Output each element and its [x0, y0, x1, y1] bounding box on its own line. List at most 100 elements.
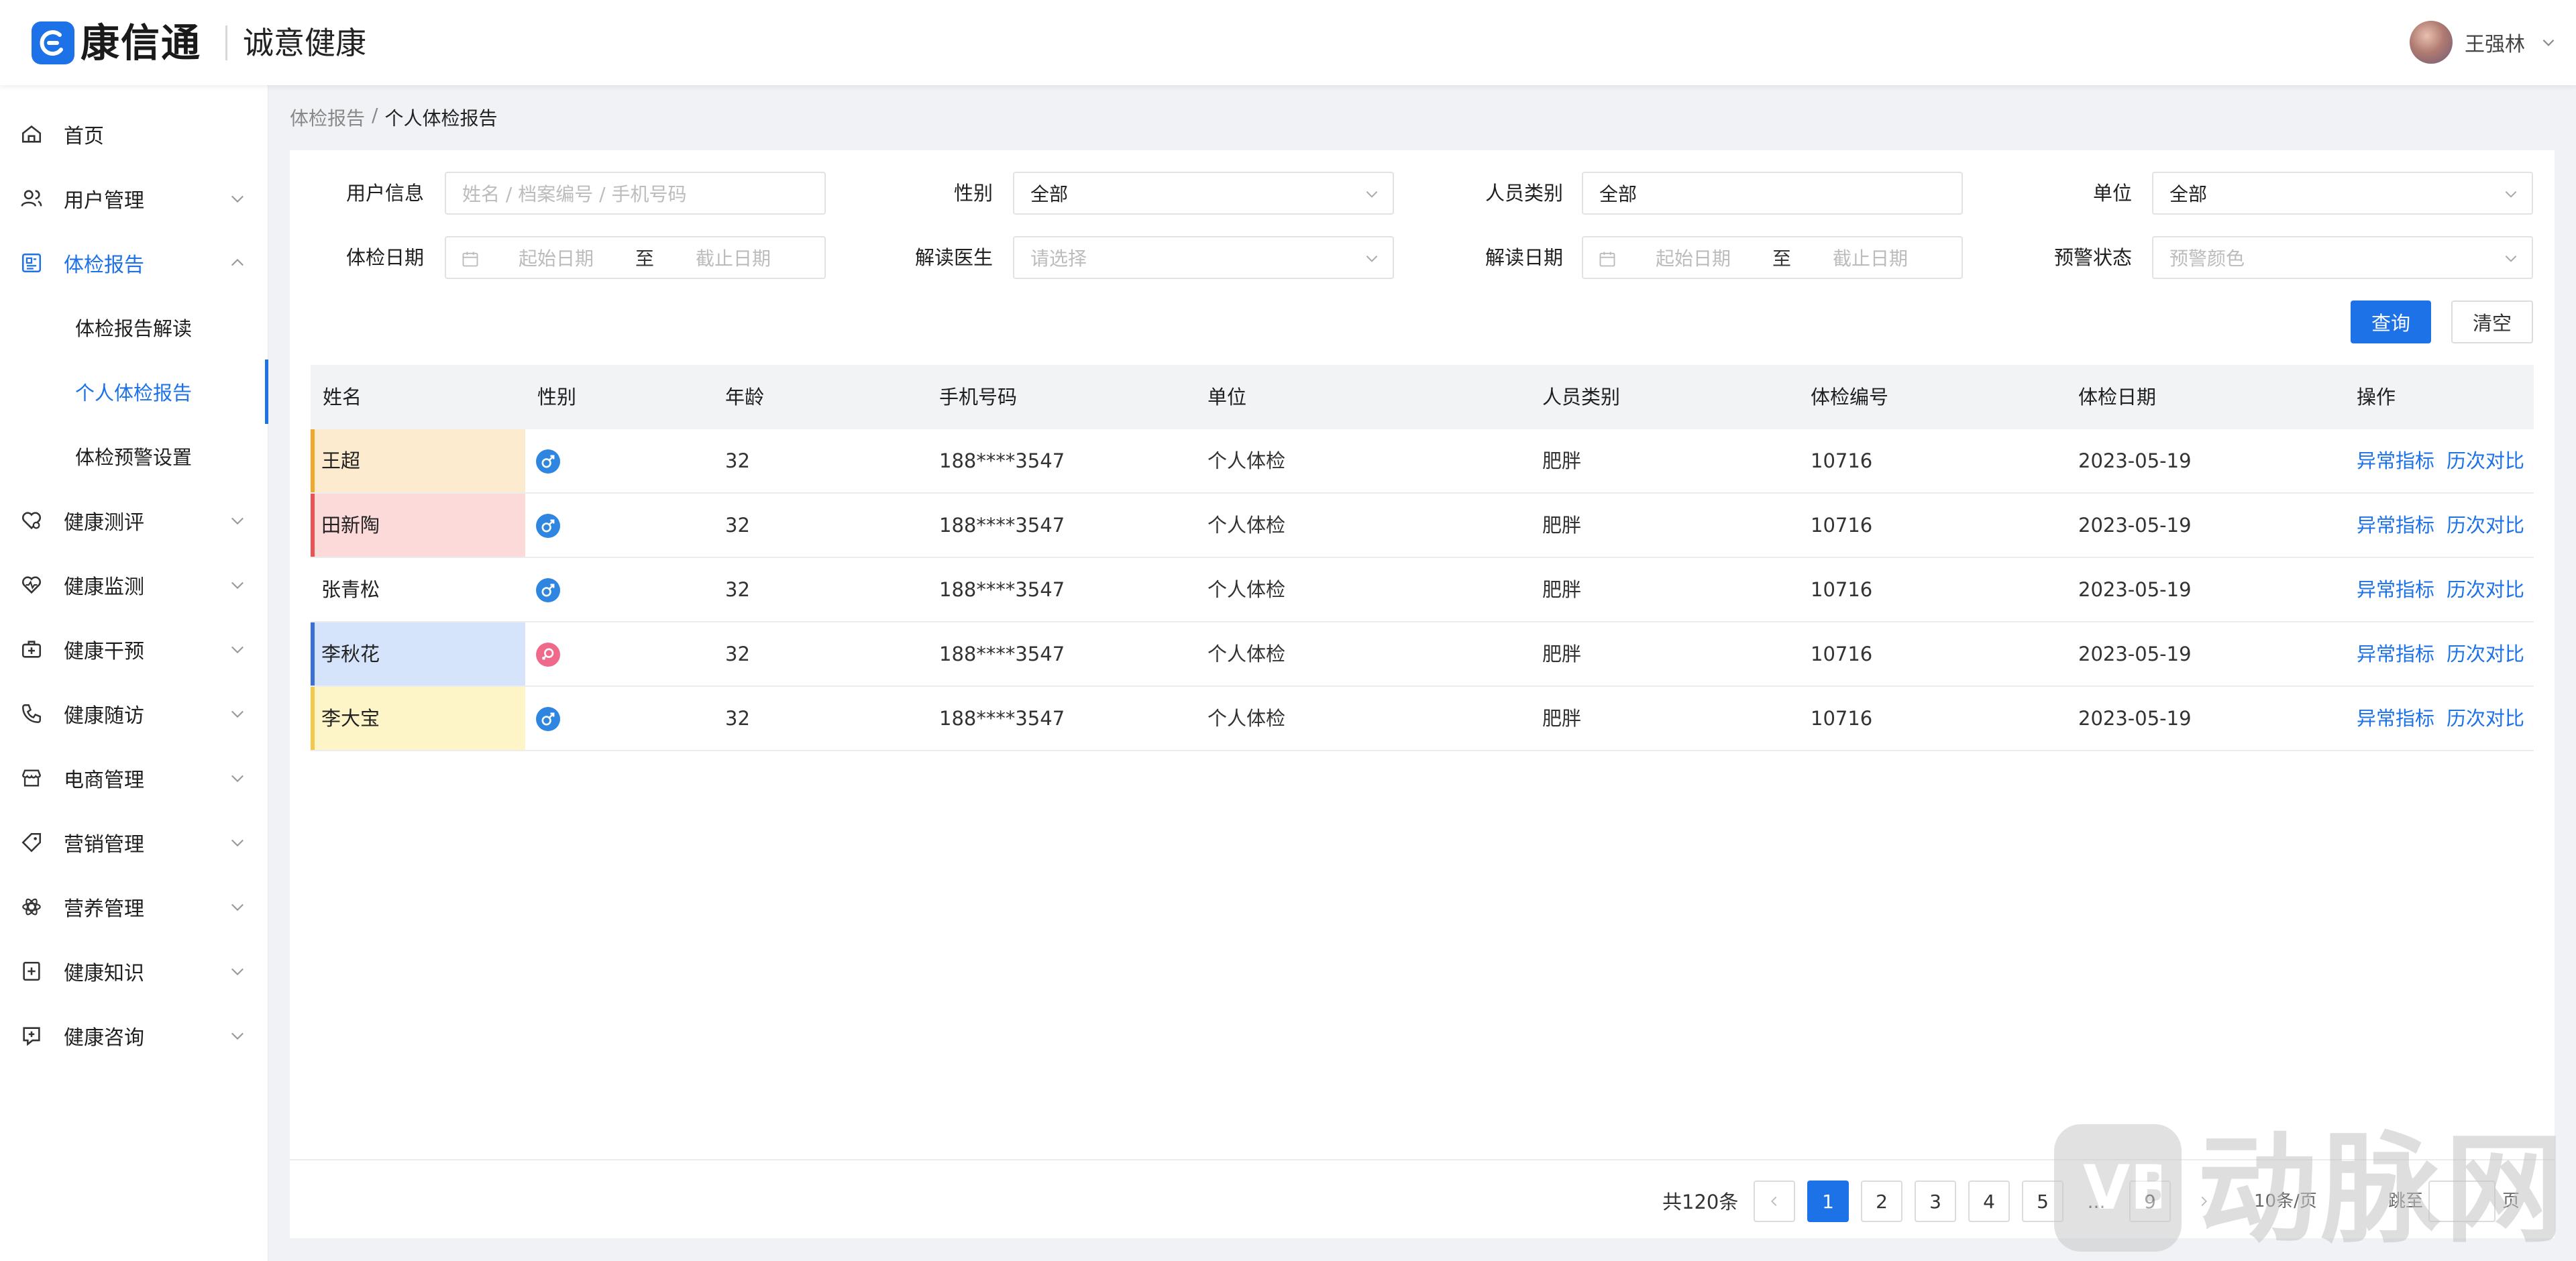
- sidebar-item-reports[interactable]: 体检报告: [0, 231, 268, 295]
- chevron-down-icon: [231, 775, 244, 783]
- pagination-next-button[interactable]: [2183, 1181, 2224, 1222]
- abnormal-indicators-link[interactable]: 异常指标: [2357, 494, 2434, 557]
- cell-name: 李秋花: [321, 643, 380, 665]
- abnormal-indicators-link[interactable]: 异常指标: [2357, 622, 2434, 686]
- abnormal-indicators-link[interactable]: 异常指标: [2357, 687, 2434, 750]
- chevron-down-icon: [2505, 256, 2517, 262]
- chevron-down-icon: [231, 517, 244, 525]
- pagination-prev-button[interactable]: [1754, 1181, 1795, 1222]
- breadcrumb-parent[interactable]: 体检报告: [290, 104, 365, 131]
- users-icon: [21, 190, 42, 207]
- user-info-input[interactable]: 姓名 / 档案编号 / 手机号码: [445, 172, 826, 215]
- pagination-page[interactable]: 4: [1968, 1181, 2010, 1222]
- person-type-select[interactable]: 全部: [1582, 172, 1963, 215]
- heart-check-icon: [21, 512, 42, 530]
- cell-date: 2023-05-19: [2078, 643, 2192, 665]
- sidebar-item-label: 首页: [64, 125, 104, 148]
- column-header: 体检编号: [1811, 386, 1889, 408]
- pagination-page[interactable]: 3: [1915, 1181, 1956, 1222]
- sidebar-item-label: 体检报告解读: [75, 317, 193, 340]
- table-row: 张青松 32 188****3547 个人体检 肥胖 10716 2023-05-19 异常指…: [311, 558, 2534, 622]
- user-name[interactable]: 王强林: [2465, 28, 2525, 57]
- filter-label-alert-status: 预警状态: [2053, 246, 2132, 269]
- cell-age: 32: [725, 643, 750, 665]
- abnormal-indicators-link[interactable]: 异常指标: [2357, 558, 2434, 621]
- exam-date-separator: 至: [635, 248, 655, 270]
- jump-page-input[interactable]: [2428, 1181, 2496, 1222]
- sidebar-subitem-personal-report[interactable]: 个人体检报告: [0, 360, 268, 424]
- nutrition-icon: [22, 898, 41, 916]
- alert-status-select[interactable]: 预警颜色: [2152, 236, 2533, 279]
- doctor-select-placeholder: 请选择: [1030, 248, 1087, 270]
- cell-exam-no: 10716: [1811, 514, 1873, 537]
- sidebar-subitem-report-reading[interactable]: 体检报告解读: [0, 295, 268, 360]
- calendar-icon: [462, 252, 478, 267]
- sidebar-item-marketing[interactable]: 营销管理: [0, 810, 268, 875]
- exam-date-end[interactable]: 截止日期: [696, 244, 771, 271]
- shop-icon: [22, 769, 41, 787]
- cell-age: 32: [725, 514, 750, 537]
- history-compare-link[interactable]: 历次对比: [2447, 429, 2524, 492]
- cell-type: 肥胖: [1542, 449, 1582, 472]
- chevron-down-icon[interactable]: [2540, 34, 2557, 51]
- sidebar-item-label: 健康咨询: [64, 1026, 144, 1050]
- jump-label: 跳至: [2388, 1191, 2424, 1211]
- read-date-end[interactable]: 截止日期: [1833, 244, 1908, 271]
- sidebar-item-health-assessment[interactable]: 健康测评: [0, 488, 268, 553]
- sidebar-subitem-alert-settings[interactable]: 体检预警设置: [0, 424, 268, 488]
- chevron-down-icon: [231, 710, 244, 718]
- sidebar-item-health-monitoring[interactable]: 健康监测: [0, 553, 268, 617]
- sidebar-item-label: 营销管理: [64, 833, 144, 857]
- user-menu[interactable]: 王强林: [2410, 20, 2557, 64]
- sidebar-item-users[interactable]: 用户管理: [0, 166, 268, 231]
- sidebar-item-ecommerce[interactable]: 电商管理: [0, 746, 268, 810]
- cell-type: 肥胖: [1542, 514, 1582, 537]
- org-name: 诚意健康: [243, 25, 366, 61]
- sidebar-item-health-intervention[interactable]: 健康干预: [0, 617, 268, 681]
- history-compare-link[interactable]: 历次对比: [2447, 494, 2524, 557]
- filter-label-read-date: 解读日期: [1485, 246, 1563, 269]
- history-compare-link[interactable]: 历次对比: [2447, 558, 2524, 621]
- chevron-down-icon: [231, 646, 244, 654]
- exam-date-range[interactable]: 起始日期 至 截止日期: [445, 236, 826, 279]
- cell-exam-no: 10716: [1811, 449, 1873, 472]
- cell-name: 田新陶: [321, 514, 380, 537]
- page-size-select[interactable]: 10条/页: [2254, 1181, 2348, 1222]
- sidebar-item-home[interactable]: 首页: [0, 102, 268, 166]
- read-date-range[interactable]: 起始日期 至 截止日期: [1582, 236, 1963, 279]
- pagination-page[interactable]: 2: [1861, 1181, 1902, 1222]
- abnormal-indicators-link[interactable]: 异常指标: [2357, 429, 2434, 492]
- sidebar-item-label: 体检报告: [64, 254, 144, 277]
- doctor-select[interactable]: 请选择: [1013, 236, 1394, 279]
- sidebar-item-health-knowledge[interactable]: 健康知识: [0, 939, 268, 1003]
- chevron-right-icon: [2201, 1196, 2207, 1207]
- read-date-start[interactable]: 起始日期: [1656, 244, 1731, 271]
- sidebar-item-nutrition[interactable]: 营养管理: [0, 875, 268, 939]
- unit-select[interactable]: 全部: [2152, 172, 2533, 215]
- column-header: 姓名: [323, 386, 362, 408]
- header-divider: [225, 25, 227, 60]
- gender-select[interactable]: 全部: [1013, 172, 1394, 215]
- exam-date-start[interactable]: 起始日期: [519, 244, 594, 271]
- query-button[interactable]: 查询: [2351, 300, 2431, 343]
- pagination-page[interactable]: 9: [2129, 1181, 2171, 1222]
- sidebar-item-label: 健康干预: [64, 640, 144, 663]
- sidebar-item-label: 健康知识: [64, 962, 144, 985]
- user-info-placeholder: 姓名 / 档案编号 / 手机号码: [462, 183, 687, 205]
- sidebar-item-label: 健康随访: [64, 704, 144, 728]
- sidebar-item-health-consult[interactable]: 健康咨询: [0, 1003, 268, 1068]
- consult-icon: [23, 1027, 40, 1046]
- sidebar-item-health-followup[interactable]: 健康随访: [0, 681, 268, 746]
- pagination-ellipsis[interactable]: ...: [2076, 1181, 2117, 1222]
- pagination-page[interactable]: 1: [1807, 1181, 1849, 1222]
- cell-date: 2023-05-19: [2078, 449, 2192, 472]
- filter-label-doctor: 解读医生: [914, 246, 993, 269]
- pager-divider: [290, 1159, 2555, 1160]
- chevron-down-icon: [231, 968, 244, 976]
- pagination-page[interactable]: 5: [2022, 1181, 2063, 1222]
- avatar[interactable]: [2410, 21, 2453, 64]
- history-compare-link[interactable]: 历次对比: [2447, 687, 2524, 750]
- table-row: 李秋花 32 188****3547 个人体检 肥胖 10716 2023-05-19 异常指…: [311, 622, 2534, 687]
- history-compare-link[interactable]: 历次对比: [2447, 622, 2524, 686]
- clear-button[interactable]: 清空: [2451, 300, 2533, 343]
